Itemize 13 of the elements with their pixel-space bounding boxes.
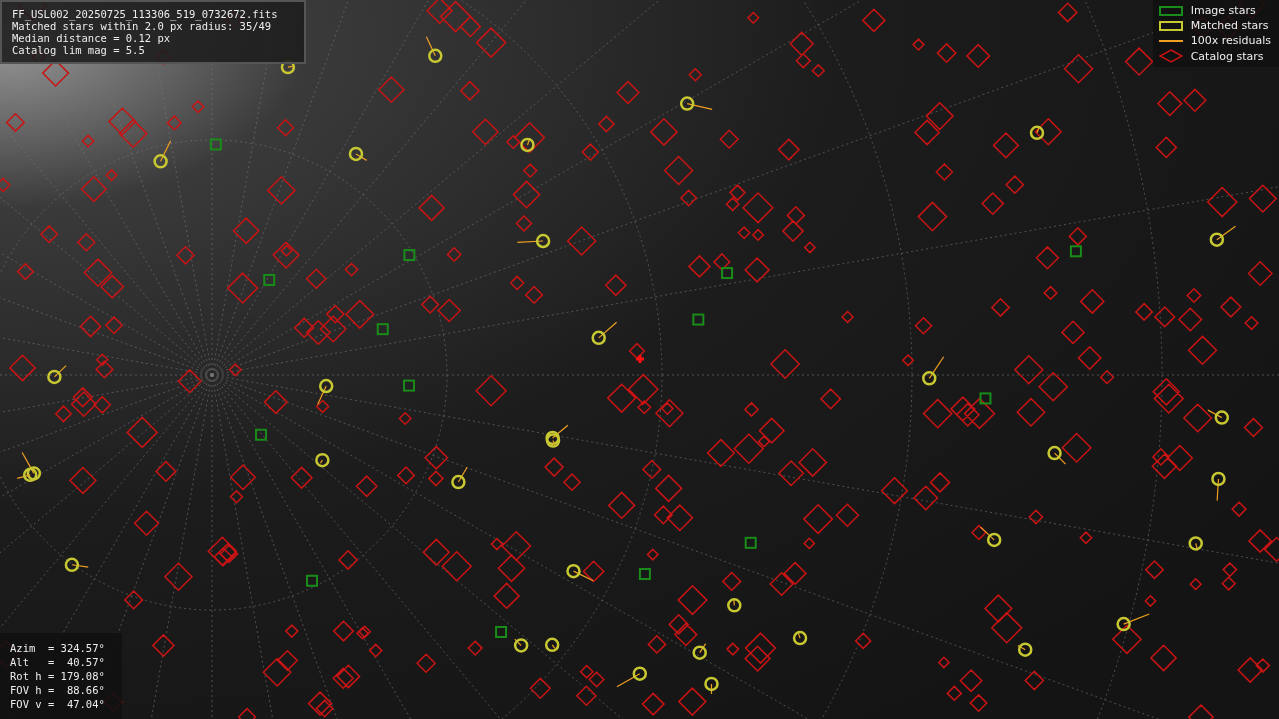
legend-label: Catalog stars: [1190, 49, 1264, 63]
legend-label: Image stars: [1190, 4, 1256, 17]
legend-label: 100x residuals: [1190, 34, 1271, 47]
pointing-line: Alt = 40.57°: [10, 655, 106, 669]
pointing-line: Azim = 324.57°: [10, 641, 106, 655]
pointing-line: Rot h = 179.08°: [10, 669, 106, 683]
info-line: Catalog lim mag = 5.5: [12, 44, 146, 56]
pointing-line: FOV h = 88.66°: [10, 683, 106, 697]
info-line: Median distance = 0.12 px: [12, 32, 172, 44]
pointing-line: FOV v = 47.04°: [10, 697, 106, 711]
info-line: Matched stars within 2.0 px radius: 35/49: [12, 20, 272, 32]
info-line: FF_USL002_20250725_113306_519_0732672.fits: [12, 8, 279, 20]
legend-label: Matched stars: [1190, 19, 1269, 32]
